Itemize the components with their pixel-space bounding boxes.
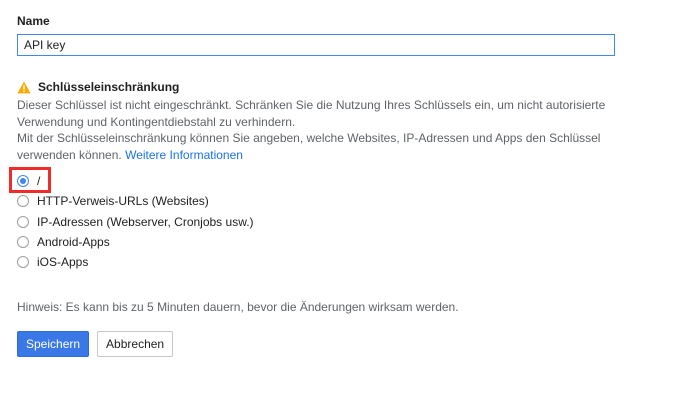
radio-button[interactable] [17,195,29,208]
description-restriction-info: Mit der Schlüsseleinschränkung können Si… [17,130,657,163]
description-restriction-text: Mit der Schlüsseleinschränkung können Si… [17,131,601,162]
restriction-header: Schlüsseleinschränkung [17,80,179,94]
radio-label: / [37,174,41,189]
button-row: Speichern Abbrechen [17,331,174,357]
restriction-description: Dieser Schlüssel ist nicht eingeschränkt… [17,97,657,163]
radio-option-http-referrers[interactable]: HTTP-Verweis-URLs (Websites) [17,191,254,211]
restriction-options: / HTTP-Verweis-URLs (Websites) IP-Adress… [17,171,254,272]
radio-option-android-apps[interactable]: Android-Apps [17,232,254,252]
learn-more-link[interactable]: Weitere Informationen [125,148,243,162]
description-unrestricted: Dieser Schlüssel ist nicht eingeschränkt… [17,98,606,129]
name-label: Name [17,14,50,28]
hint-text: Hinweis: Es kann bis zu 5 Minuten dauern… [17,300,459,314]
save-button[interactable]: Speichern [17,331,90,357]
radio-option-none[interactable]: / [17,171,254,191]
cancel-button[interactable]: Abbrechen [97,331,174,357]
radio-button[interactable] [17,256,29,269]
radio-label: IP-Adressen (Webserver, Cronjobs usw.) [37,214,254,229]
radio-label: Android-Apps [37,235,110,250]
radio-label: iOS-Apps [37,255,89,270]
warning-icon [17,81,31,93]
restriction-title: Schlüsseleinschränkung [38,80,180,94]
radio-label: HTTP-Verweis-URLs (Websites) [37,194,209,209]
radio-button[interactable] [17,215,29,228]
radio-option-ip-addresses[interactable]: IP-Adressen (Webserver, Cronjobs usw.) [17,212,254,232]
radio-option-ios-apps[interactable]: iOS-Apps [17,252,254,272]
radio-button-selected[interactable] [17,175,29,188]
radio-button[interactable] [17,236,29,249]
name-input[interactable] [17,34,615,56]
